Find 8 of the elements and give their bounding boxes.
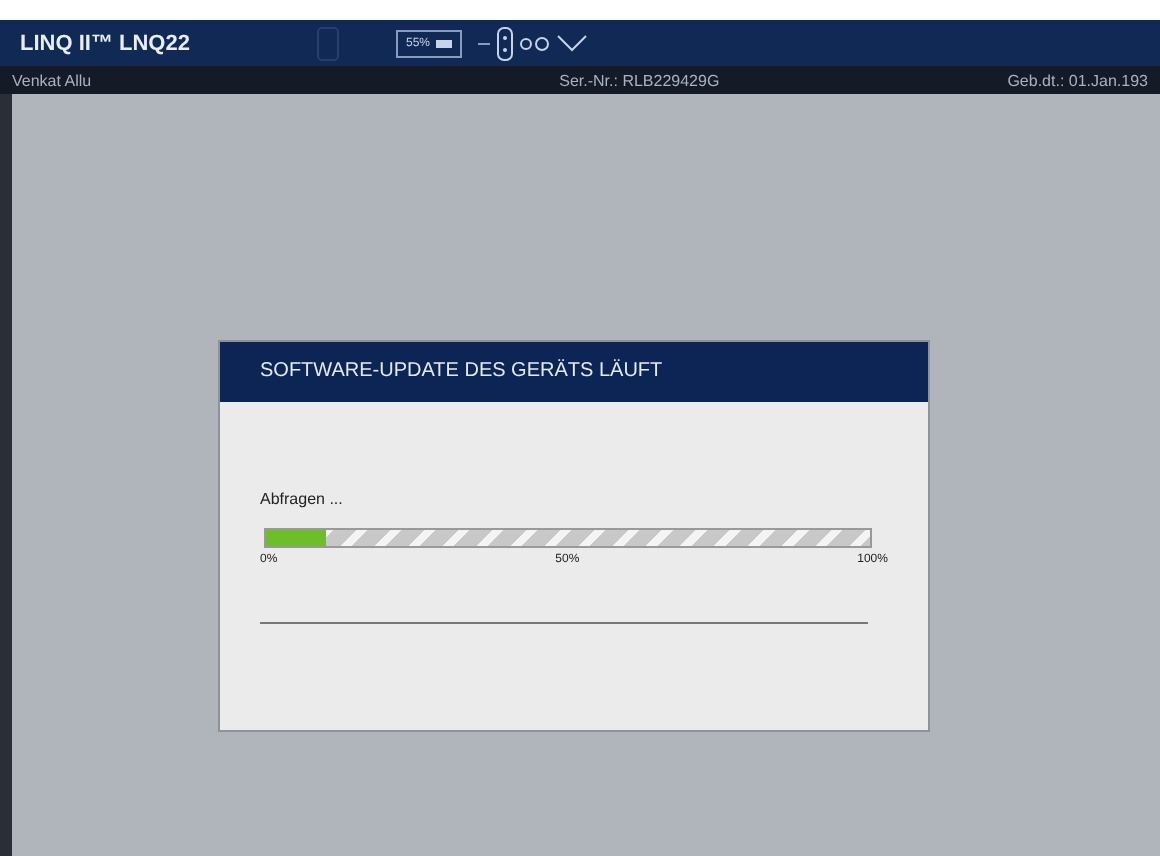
tablet-icon [316,25,340,61]
dialog-title: SOFTWARE-UPDATE DES GERÄTS LÄUFT [220,341,928,401]
window-title: LINQ II™ LNQ22 [20,31,192,55]
birth-date: Geb.dt.: 01.Jan.193 [1007,71,1148,89]
toolbar-icons-drawing [478,25,591,61]
user-name: Venkat Allu [12,71,92,89]
status-text: Abfragen ... [260,489,345,507]
serial-number: Ser.-Nr.: RLB229429G [559,71,720,89]
